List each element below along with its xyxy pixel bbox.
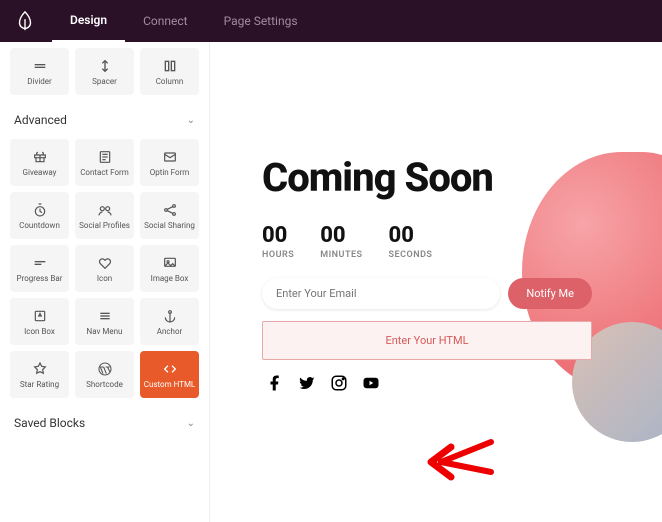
- section-title: Saved Blocks: [14, 416, 85, 430]
- social-icons-row[interactable]: [266, 374, 592, 392]
- block-label: Social Sharing: [144, 221, 195, 230]
- top-tabs: Design Connect Page Settings: [52, 0, 316, 42]
- block-progress-bar[interactable]: Progress Bar: [10, 245, 69, 292]
- block-label: Custom HTML: [144, 380, 196, 389]
- nav-menu-icon: [97, 308, 113, 324]
- column-icon: [162, 58, 178, 74]
- section-saved-blocks[interactable]: Saved Blocks ⌄: [10, 404, 199, 436]
- optin-form-icon: [162, 149, 178, 165]
- countdown-seconds-value: 00: [389, 223, 433, 248]
- block-label: Divider: [27, 77, 51, 86]
- annotation-arrow: [426, 432, 496, 482]
- countdown-icon: [32, 202, 48, 218]
- instagram-icon[interactable]: [330, 374, 348, 392]
- notify-button[interactable]: Notify Me: [508, 278, 592, 309]
- block-anchor[interactable]: Anchor: [140, 298, 199, 345]
- block-label: Star Rating: [20, 380, 59, 389]
- contact-form-icon: [97, 149, 113, 165]
- countdown-seconds-label: SECONDS: [389, 250, 433, 260]
- block-shortcode[interactable]: Shortcode: [75, 351, 134, 398]
- facebook-icon[interactable]: [266, 374, 284, 392]
- spacer-icon: [97, 58, 113, 74]
- block-divider[interactable]: Divider: [10, 48, 69, 95]
- giveaway-icon: [32, 149, 48, 165]
- block-social-sharing[interactable]: Social Sharing: [140, 192, 199, 239]
- block-label: Spacer: [92, 77, 117, 86]
- block-label: Image Box: [151, 274, 189, 283]
- block-optin-form[interactable]: Optin Form: [140, 139, 199, 186]
- progress-bar-icon: [32, 255, 48, 271]
- social-sharing-icon: [162, 202, 178, 218]
- page-headline[interactable]: Coming Soon: [262, 154, 592, 201]
- countdown-widget[interactable]: 00 HOURS 00 MINUTES 00 SECONDS: [262, 223, 592, 260]
- code-icon: [162, 361, 178, 377]
- divider-icon: [32, 58, 48, 74]
- countdown-minutes-label: MINUTES: [320, 250, 362, 260]
- block-spacer[interactable]: Spacer: [75, 48, 134, 95]
- block-label: Countdown: [19, 221, 60, 230]
- countdown-minutes-value: 00: [320, 223, 362, 248]
- block-label: Anchor: [157, 327, 183, 336]
- block-label: Social Profiles: [79, 221, 130, 230]
- custom-html-placeholder[interactable]: Enter Your HTML: [262, 321, 592, 360]
- topbar: Design Connect Page Settings: [0, 0, 662, 42]
- wordpress-icon: [97, 361, 113, 377]
- block-countdown[interactable]: Countdown: [10, 192, 69, 239]
- heart-icon: [97, 255, 113, 271]
- block-label: Progress Bar: [17, 274, 63, 283]
- image-box-icon: [162, 255, 178, 271]
- block-label: Optin Form: [150, 168, 190, 177]
- tab-page-settings[interactable]: Page Settings: [206, 0, 316, 42]
- block-label: Column: [156, 77, 184, 86]
- block-label: Shortcode: [86, 380, 123, 389]
- tab-design[interactable]: Design: [52, 0, 125, 42]
- block-giveaway[interactable]: Giveaway: [10, 139, 69, 186]
- email-input[interactable]: [262, 278, 500, 309]
- blocks-sidebar: Divider Spacer Column Advanced ⌄ Giveawa…: [0, 42, 210, 522]
- star-icon: [32, 361, 48, 377]
- icon-box-icon: [32, 308, 48, 324]
- chevron-down-icon: ⌄: [187, 418, 195, 429]
- anchor-icon: [162, 308, 178, 324]
- block-label: Icon Box: [24, 327, 55, 336]
- optin-form[interactable]: Notify Me: [262, 278, 592, 309]
- block-custom-html[interactable]: Custom HTML: [140, 351, 199, 398]
- block-column[interactable]: Column: [140, 48, 199, 95]
- countdown-hours-label: HOURS: [262, 250, 294, 260]
- twitter-icon[interactable]: [298, 374, 316, 392]
- block-contact-form[interactable]: Contact Form: [75, 139, 134, 186]
- countdown-hours-value: 00: [262, 223, 294, 248]
- block-label: Nav Menu: [87, 327, 123, 336]
- block-star-rating[interactable]: Star Rating: [10, 351, 69, 398]
- block-label: Contact Form: [80, 168, 129, 177]
- chevron-down-icon: ⌄: [187, 115, 195, 126]
- tab-connect[interactable]: Connect: [125, 0, 205, 42]
- block-icon[interactable]: Icon: [75, 245, 134, 292]
- block-nav-menu[interactable]: Nav Menu: [75, 298, 134, 345]
- page-canvas[interactable]: Coming Soon 00 HOURS 00 MINUTES 00 SECON…: [210, 42, 662, 522]
- block-image-box[interactable]: Image Box: [140, 245, 199, 292]
- youtube-icon[interactable]: [362, 374, 380, 392]
- block-label: Icon: [97, 274, 112, 283]
- block-label: Giveaway: [23, 168, 57, 177]
- block-social-profiles[interactable]: Social Profiles: [75, 192, 134, 239]
- section-advanced[interactable]: Advanced ⌄: [10, 101, 199, 133]
- block-icon-box[interactable]: Icon Box: [10, 298, 69, 345]
- section-title: Advanced: [14, 113, 67, 127]
- social-profiles-icon: [97, 202, 113, 218]
- seedprod-logo-icon: [10, 6, 40, 36]
